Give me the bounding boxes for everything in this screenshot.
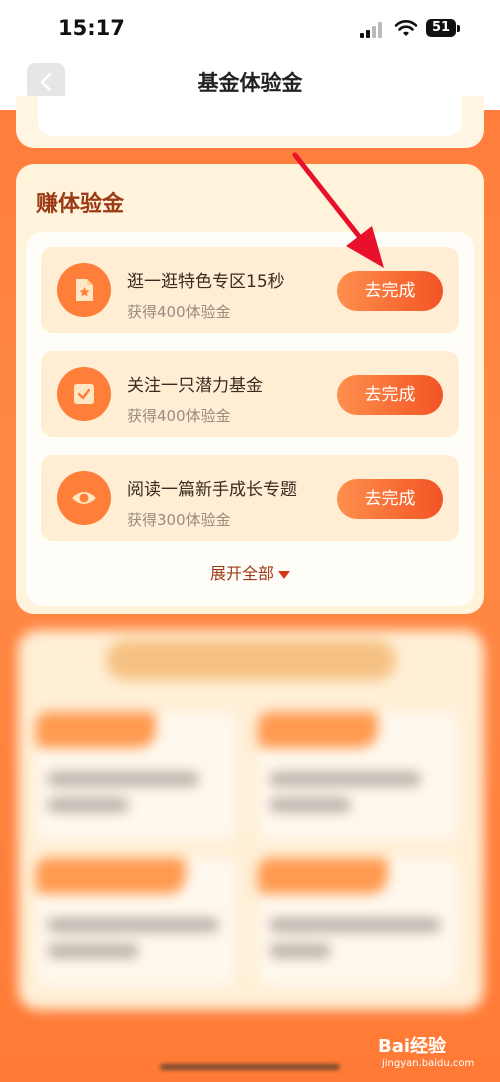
blurred-section bbox=[18, 630, 484, 1010]
blurred-line bbox=[270, 918, 440, 932]
blurred-tag bbox=[258, 858, 388, 894]
previous-card-inner bbox=[38, 96, 462, 136]
wifi-icon bbox=[394, 20, 418, 36]
task-title: 阅读一篇新手成长专题 bbox=[127, 480, 297, 500]
blurred-tag bbox=[36, 858, 186, 894]
earn-card: 赚体验金 逛一逛特色专区15秒 获得400体验金 去完成 关注一只潜力基金 获得… bbox=[16, 164, 484, 614]
complete-task-button[interactable]: 去完成 bbox=[337, 271, 443, 311]
expand-all-link[interactable]: 展开全部 bbox=[26, 560, 474, 584]
task-list: 逛一逛特色专区15秒 获得400体验金 去完成 关注一只潜力基金 获得400体验… bbox=[26, 232, 474, 606]
blurred-tag bbox=[258, 712, 378, 748]
blurred-tile bbox=[36, 712, 236, 840]
battery-icon: 51 bbox=[426, 19, 456, 37]
task-reward: 获得300体验金 bbox=[127, 511, 231, 529]
blurred-tag bbox=[36, 712, 156, 748]
previous-card-bottom bbox=[16, 96, 484, 148]
baidu-watermark-url: jingyan.baidu.com bbox=[382, 1058, 475, 1069]
battery-tip bbox=[457, 25, 460, 32]
blurred-banner bbox=[106, 640, 396, 680]
blurred-line bbox=[270, 772, 420, 786]
blurred-line bbox=[48, 944, 138, 958]
task-reward: 获得400体验金 bbox=[127, 303, 231, 321]
blurred-tile bbox=[258, 712, 458, 840]
blurred-card bbox=[18, 630, 484, 1010]
blurred-line bbox=[48, 918, 218, 932]
baidu-watermark: Bai经验 bbox=[378, 1036, 447, 1057]
blurred-line bbox=[270, 944, 330, 958]
task-title: 关注一只潜力基金 bbox=[127, 376, 263, 396]
task-item: 阅读一篇新手成长专题 获得300体验金 去完成 bbox=[41, 455, 459, 541]
complete-task-button[interactable]: 去完成 bbox=[337, 479, 443, 519]
task-item: 逛一逛特色专区15秒 获得400体验金 去完成 bbox=[41, 247, 459, 333]
blurred-line bbox=[48, 772, 198, 786]
blurred-tile bbox=[258, 858, 458, 986]
blurred-line bbox=[270, 798, 350, 812]
document-star-icon bbox=[57, 263, 111, 317]
home-indicator bbox=[160, 1064, 340, 1070]
blurred-tile bbox=[36, 858, 236, 986]
task-item: 关注一只潜力基金 获得400体验金 去完成 bbox=[41, 351, 459, 437]
task-title: 逛一逛特色专区15秒 bbox=[127, 272, 285, 292]
earn-section-title: 赚体验金 bbox=[36, 192, 125, 217]
task-reward: 获得400体验金 bbox=[127, 407, 231, 425]
checkbox-icon bbox=[57, 367, 111, 421]
triangle-down-icon bbox=[278, 570, 290, 579]
page-title: 基金体验金 bbox=[197, 71, 303, 95]
top-bar: 15:17 51 基金体验金 bbox=[0, 0, 500, 110]
complete-task-button[interactable]: 去完成 bbox=[337, 375, 443, 415]
eye-icon bbox=[57, 471, 111, 525]
expand-all-label: 展开全部 bbox=[209, 564, 274, 583]
signal-icon bbox=[360, 22, 386, 38]
blurred-line bbox=[48, 798, 128, 812]
status-time: 15:17 bbox=[58, 16, 125, 40]
